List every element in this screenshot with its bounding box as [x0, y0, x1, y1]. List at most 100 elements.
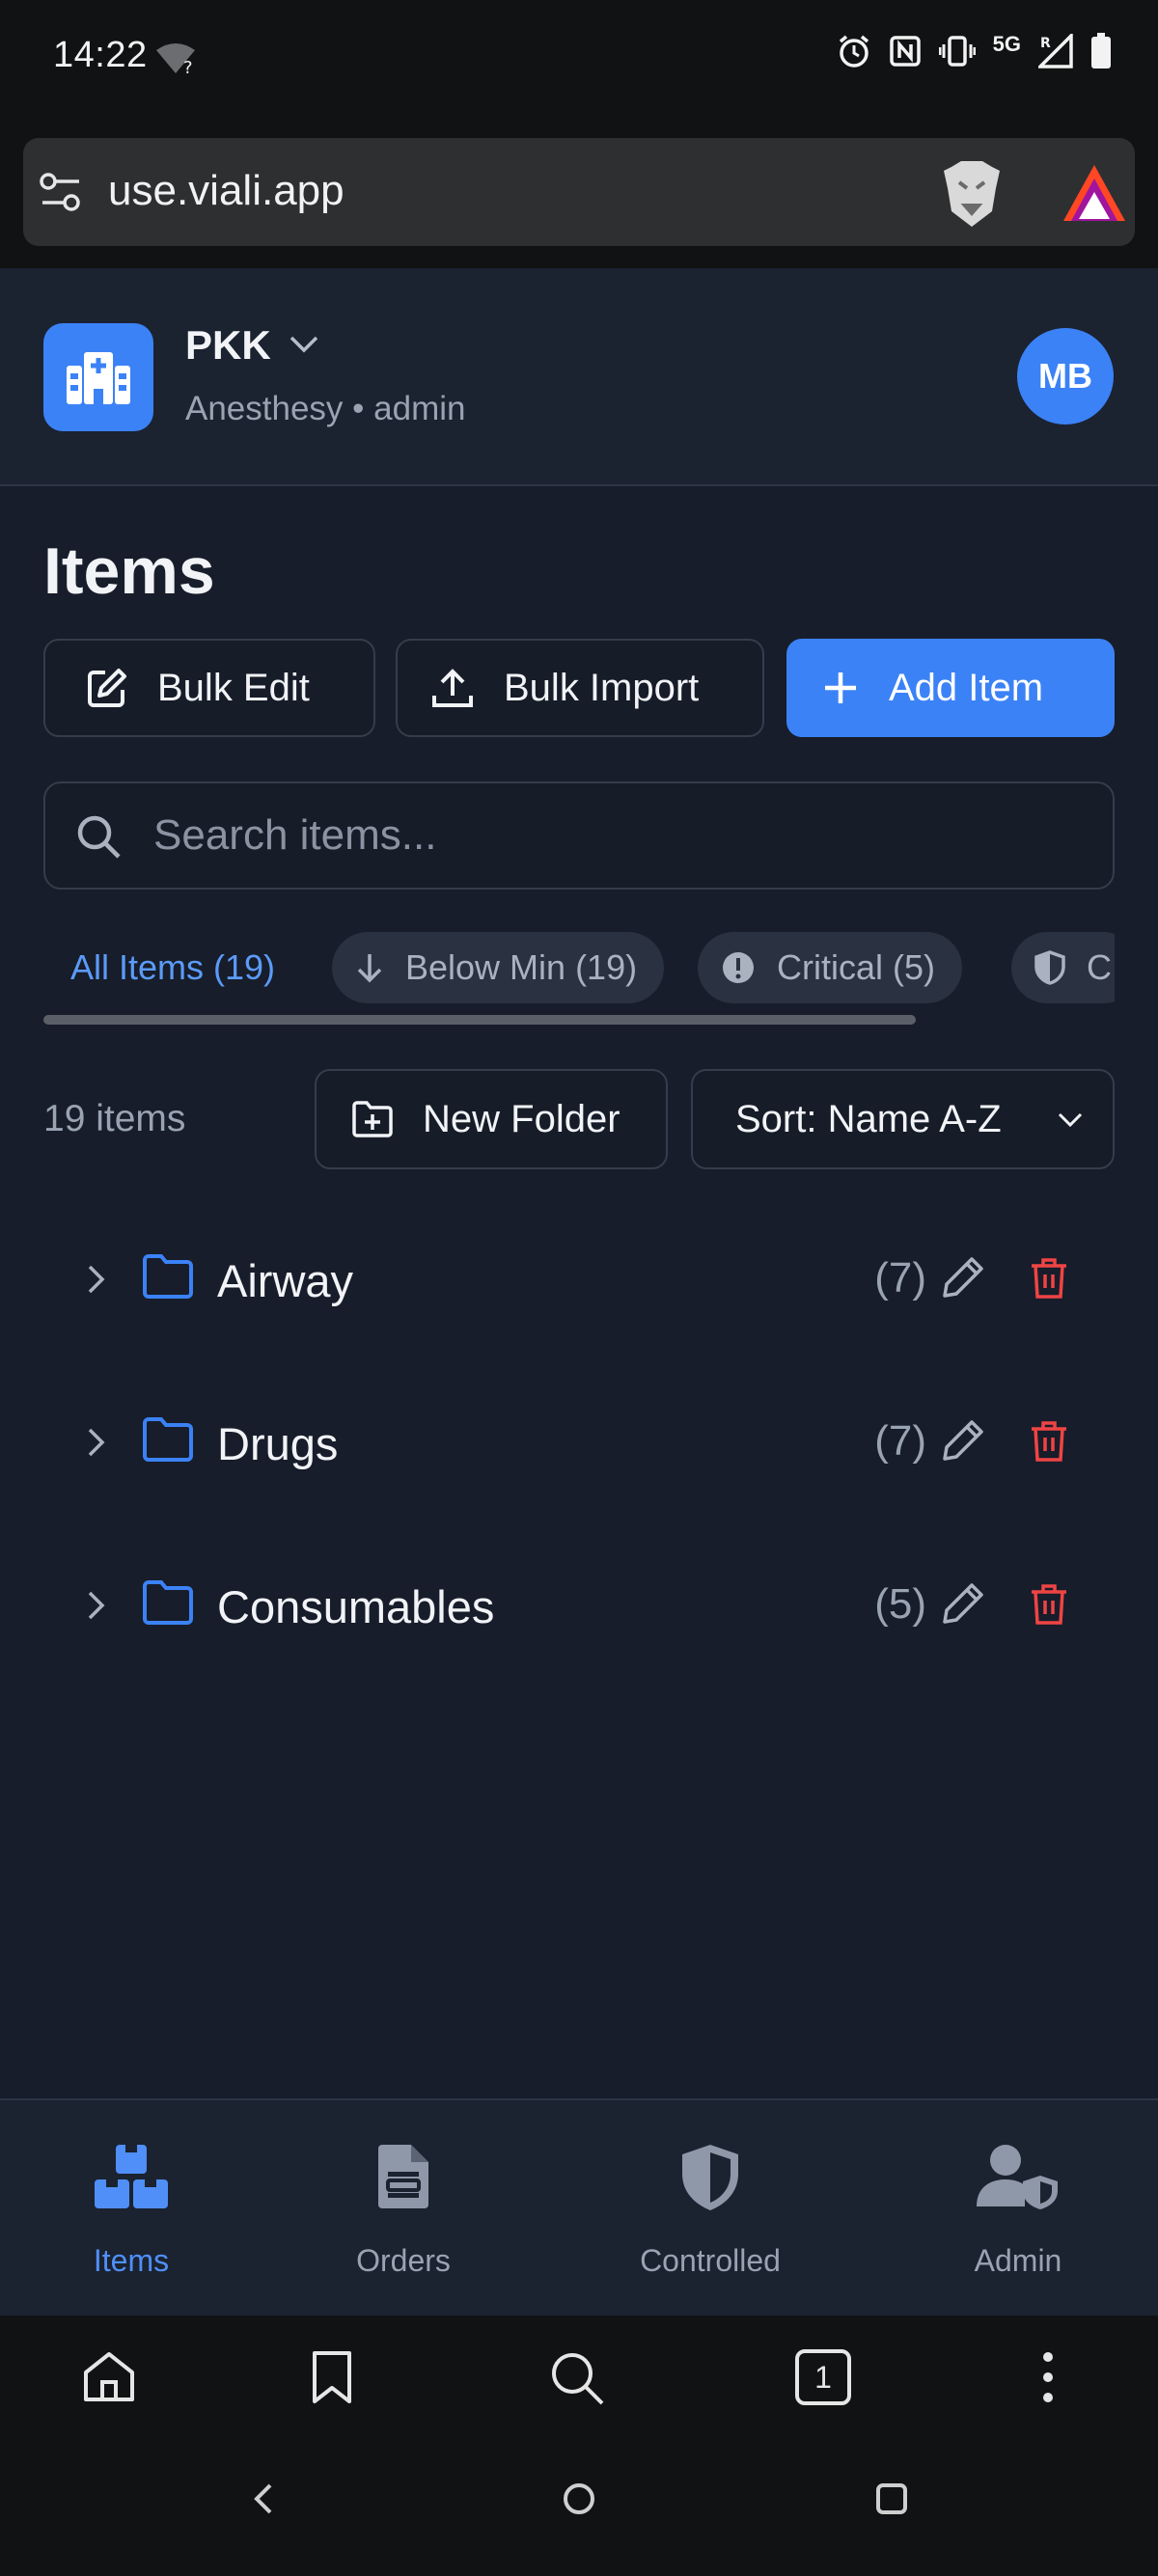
filter-label: Critical (5): [777, 947, 936, 987]
org-name[interactable]: PKK: [185, 322, 271, 369]
page-title: Items: [43, 534, 215, 608]
battery-icon: [1091, 33, 1111, 69]
hospital-logo-icon: [43, 323, 153, 431]
folder-count: (7): [874, 1254, 926, 1302]
arrow-down-icon: [357, 954, 382, 983]
home-circle-icon[interactable]: [560, 2480, 598, 2518]
sort-label: Sort: Name A-Z: [735, 1097, 1002, 1140]
bottom-nav: Items Orders Controlled Admin: [0, 2098, 1158, 2316]
folder-icon: [143, 1417, 193, 1462]
nav-label: Admin: [974, 2243, 1062, 2278]
brave-shields-icon[interactable]: [938, 159, 1006, 229]
network-label: 5G: [992, 32, 1021, 56]
boxes-icon: [95, 2145, 168, 2208]
nfc-icon: [889, 36, 921, 67]
search-input[interactable]: [153, 783, 1080, 888]
folder-name: Airway: [217, 1255, 354, 1306]
bookmark-icon[interactable]: [311, 2349, 353, 2405]
folder-name: Consumables: [217, 1581, 495, 1632]
filter-label: C: [1087, 947, 1112, 987]
site-settings-icon[interactable]: [39, 171, 83, 213]
folder-row[interactable]: Airway (7): [43, 1222, 1115, 1338]
chevron-down-icon[interactable]: [288, 332, 320, 357]
chevron-right-icon[interactable]: [86, 1263, 107, 1296]
org-subtitle: Anesthesy • admin: [185, 390, 466, 427]
folder-count: (7): [874, 1417, 926, 1465]
nav-orders[interactable]: Orders: [278, 2100, 529, 2317]
pencil-icon[interactable]: [941, 1255, 985, 1300]
wifi-icon: ?: [156, 43, 195, 75]
system-nav-bar: [0, 2441, 1158, 2576]
alert-circle-icon: [723, 952, 754, 983]
folder-icon: [143, 1254, 193, 1299]
nav-controlled[interactable]: Controlled: [585, 2100, 836, 2317]
edit-square-icon: [88, 669, 126, 707]
nav-items[interactable]: Items: [6, 2100, 257, 2317]
trash-icon[interactable]: [1030, 1420, 1068, 1463]
folder-plus-icon: [352, 1101, 393, 1137]
chevron-right-icon[interactable]: [86, 1589, 107, 1622]
more-vert-icon[interactable]: [1038, 2349, 1058, 2405]
nav-label: Orders: [356, 2243, 451, 2278]
app-header: PKK Anesthesy • admin MB: [0, 268, 1158, 486]
new-folder-label: New Folder: [423, 1097, 620, 1140]
back-icon[interactable]: [247, 2480, 276, 2518]
search-icon[interactable]: [548, 2349, 606, 2407]
status-bar: 14:22 ? 5G R: [0, 0, 1158, 121]
bulk-import-button[interactable]: Bulk Import: [396, 639, 764, 737]
bulk-edit-button[interactable]: Bulk Edit: [43, 639, 375, 737]
tabs-button[interactable]: 1: [795, 2349, 851, 2405]
upload-icon: [432, 669, 473, 707]
tabs-count: 1: [814, 2359, 832, 2395]
sort-select[interactable]: Sort: Name A-Z: [691, 1069, 1115, 1169]
nav-admin[interactable]: Admin: [893, 2100, 1144, 2317]
status-time: 14:22: [53, 35, 148, 75]
folder-row[interactable]: Drugs (7): [43, 1385, 1115, 1501]
vibrate-icon: [938, 36, 976, 67]
item-count: 19 items: [43, 1098, 186, 1139]
folder-count: (5): [874, 1580, 926, 1628]
bulk-edit-label: Bulk Edit: [157, 666, 310, 709]
filter-scrollbar[interactable]: [43, 1015, 916, 1025]
clipboard-icon: [378, 2145, 428, 2208]
filter-label: All Items (19): [70, 947, 276, 987]
search-box[interactable]: [43, 781, 1115, 890]
filter-critical[interactable]: Critical (5): [698, 932, 963, 1003]
filter-tabs: All Items (19) Below Min (19) Critical (…: [43, 932, 1115, 1007]
filter-label: Below Min (19): [405, 947, 638, 987]
add-item-button[interactable]: Add Item: [786, 639, 1115, 737]
trash-icon[interactable]: [1030, 1257, 1068, 1300]
browser-url-bar[interactable]: use.viali.app: [23, 138, 1135, 246]
filter-controlled[interactable]: C: [1011, 932, 1115, 1003]
recents-icon[interactable]: [872, 2480, 911, 2518]
folder-row[interactable]: Consumables (5): [43, 1548, 1115, 1664]
add-item-label: Add Item: [889, 666, 1044, 709]
new-folder-button[interactable]: New Folder: [315, 1069, 668, 1169]
plus-icon: [825, 672, 856, 703]
svg-text:R: R: [1040, 36, 1051, 51]
folder-name: Drugs: [217, 1418, 339, 1469]
pencil-icon[interactable]: [941, 1581, 985, 1626]
chevron-right-icon[interactable]: [86, 1426, 107, 1459]
chevron-down-icon: [1058, 1112, 1083, 1128]
svg-text:?: ?: [183, 58, 193, 75]
trash-icon[interactable]: [1030, 1583, 1068, 1626]
pencil-icon[interactable]: [941, 1418, 985, 1463]
avatar[interactable]: MB: [1017, 328, 1114, 425]
signal-icon: R: [1038, 34, 1073, 69]
folder-icon: [143, 1580, 193, 1625]
bulk-import-label: Bulk Import: [504, 666, 700, 709]
url-text[interactable]: use.viali.app: [108, 167, 345, 215]
alarm-icon: [839, 35, 868, 68]
search-icon: [77, 815, 121, 859]
app-root: PKK Anesthesy • admin MB Items Bulk Edit…: [0, 268, 1158, 2316]
nav-label: Controlled: [640, 2243, 781, 2278]
home-icon[interactable]: [81, 2349, 137, 2405]
filter-all-items[interactable]: All Items (19): [43, 932, 302, 1003]
shield-icon: [682, 2145, 738, 2210]
nav-label: Items: [93, 2243, 170, 2278]
brave-rewards-icon[interactable]: [1062, 163, 1127, 223]
browser-toolbar: 1: [0, 2316, 1158, 2441]
shield-icon: [1034, 950, 1065, 985]
filter-below-min[interactable]: Below Min (19): [332, 932, 665, 1003]
